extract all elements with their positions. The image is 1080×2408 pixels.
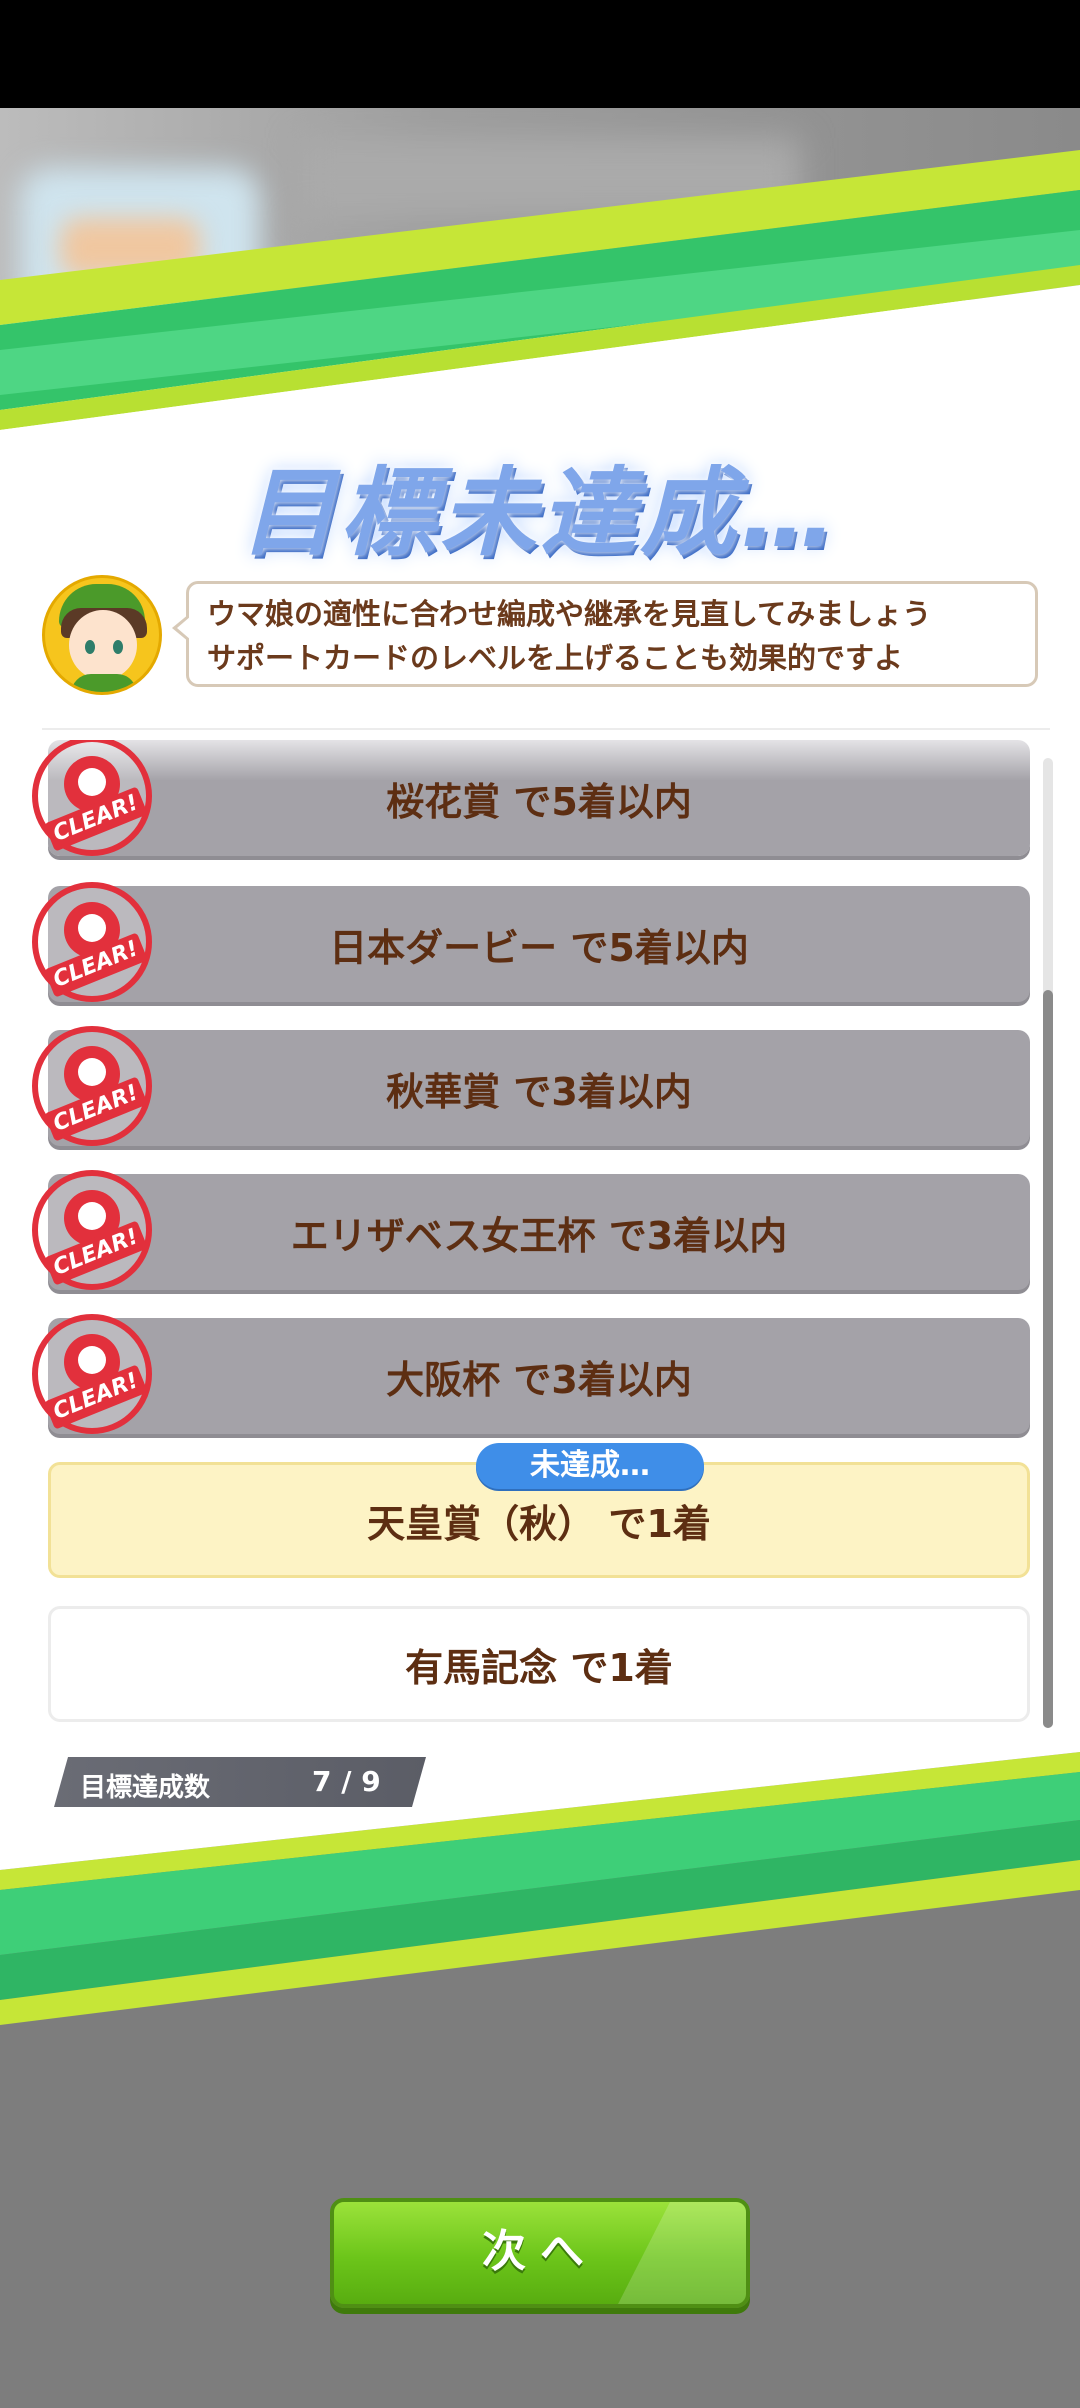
advice-bubble: ウマ娘の適性に合わせ編成や継承を見直してみましょう サポートカードのレベルを上げ…	[172, 581, 1038, 687]
failed-badge: 未達成…	[476, 1443, 704, 1489]
clear-stamp-icon: CLEAR!	[32, 1026, 152, 1146]
clear-stamp-icon: CLEAR!	[32, 740, 152, 856]
goal-row-pending: 有馬記念 で1着	[48, 1606, 1030, 1722]
divider	[42, 728, 1050, 730]
advice-line-1: ウマ娘の適性に合わせ編成や継承を見直してみましょう	[207, 597, 932, 631]
scrollbar-thumb[interactable]	[1043, 990, 1053, 1728]
trainer-avatar	[42, 575, 162, 695]
clear-stamp-icon: CLEAR!	[32, 882, 152, 1002]
advice-row: ウマ娘の適性に合わせ編成や継承を見直してみましょう サポートカードのレベルを上げ…	[42, 575, 1042, 695]
status-bar	[0, 0, 1080, 108]
goal-label: 日本ダービー で5着以内	[329, 925, 749, 970]
clear-stamp-icon: CLEAR!	[32, 1314, 152, 1434]
goal-label: 大阪杯 で3着以内	[386, 1357, 692, 1402]
page-title: 目標未達成…	[240, 457, 840, 569]
goal-row: エリザベス女王杯 で3着以内 CLEAR!	[32, 1170, 1030, 1290]
goal-label: 有馬記念 で1着	[405, 1645, 673, 1690]
goal-row: 秋華賞 で3着以内 CLEAR!	[32, 1026, 1030, 1146]
goal-label: 秋華賞 で3着以内	[386, 1069, 692, 1114]
goal-row: 日本ダービー で5着以内 CLEAR!	[32, 882, 1030, 1002]
goal-counter-value: 7 / 9	[312, 1765, 381, 1798]
advice-line-2: サポートカードのレベルを上げることも効果的ですよ	[207, 641, 904, 675]
clear-stamp-icon: CLEAR!	[32, 1170, 152, 1290]
goal-row: 桜花賞 で5着以内 CLEAR!	[32, 740, 1030, 856]
next-button-label: 次へ	[482, 2226, 598, 2277]
goal-label: 桜花賞 で5着以内	[386, 779, 692, 824]
goal-label: エリザベス女王杯 で3着以内	[290, 1213, 788, 1258]
goal-row: 大阪杯 で3着以内 CLEAR!	[32, 1314, 1030, 1434]
goal-counter-label: 目標達成数	[80, 1773, 211, 1803]
goal-counter: 目標達成数 7 / 9	[54, 1757, 426, 1807]
goal-row-failed: 天皇賞（秋） で1着 未達成…	[48, 1443, 1030, 1578]
goal-list[interactable]: 桜花賞 で5着以内 CLEAR! 日本ダービー で5着以内 CLEAR! 秋華賞…	[0, 740, 1080, 1730]
goal-label: 天皇賞（秋） で1着	[367, 1501, 711, 1546]
next-button[interactable]: 次へ	[330, 2198, 750, 2308]
